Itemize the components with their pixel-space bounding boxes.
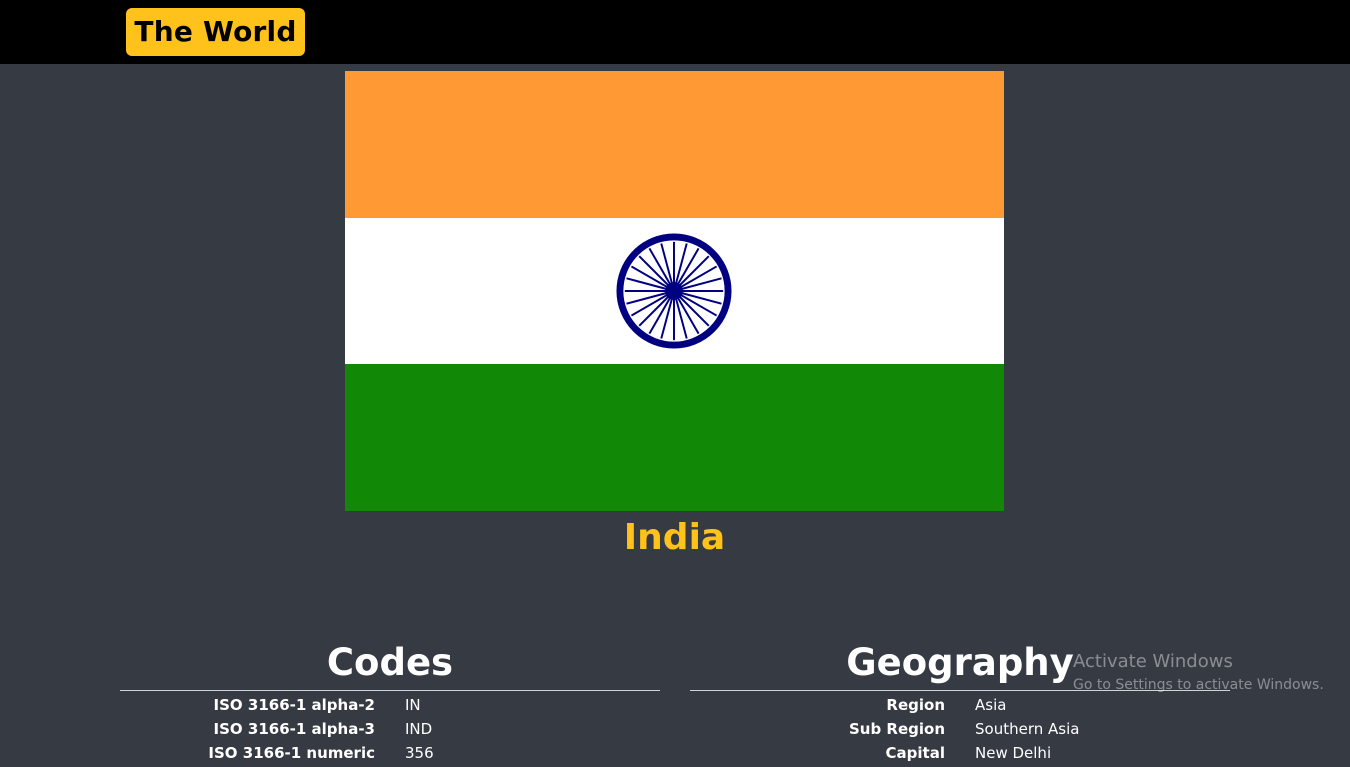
flag-band-green	[345, 364, 1004, 511]
row-value: New Delhi	[975, 744, 1052, 762]
codes-heading: Codes	[120, 636, 660, 691]
row-key: Region	[886, 696, 945, 714]
brand-logo-link[interactable]: The World	[126, 8, 305, 56]
row-value: Southern Asia	[975, 720, 1080, 738]
row-key: ISO 3166-1 alpha-2	[213, 696, 375, 714]
geography-section: Geography Region Asia Sub Region Souther…	[690, 636, 1230, 765]
row-value: Asia	[975, 696, 1007, 714]
row-key: Sub Region	[848, 720, 945, 738]
row-key: Capital	[885, 744, 945, 762]
country-name: India	[623, 517, 726, 558]
row-key: ISO 3166-1 numeric	[208, 744, 375, 762]
geo-row-capital: Capital New Delhi	[690, 741, 1230, 765]
row-value: 356	[405, 744, 434, 762]
row-value: IND	[405, 720, 433, 738]
geography-heading: Geography	[690, 636, 1230, 691]
flag-band-saffron	[345, 71, 1004, 218]
row-key: ISO 3166-1 alpha-3	[213, 720, 375, 738]
geo-row-region: Region Asia	[690, 693, 1230, 717]
geo-row-subregion: Sub Region Southern Asia	[690, 717, 1230, 741]
codes-section: Codes ISO 3166-1 alpha-2 IN ISO 3166-1 a…	[120, 636, 660, 765]
top-navbar: The World	[0, 0, 1350, 64]
code-row-numeric: ISO 3166-1 numeric 356	[120, 741, 660, 765]
country-flag	[345, 71, 1004, 511]
row-value: IN	[405, 696, 421, 714]
code-row-alpha2: ISO 3166-1 alpha-2 IN	[120, 693, 660, 717]
ashoka-chakra-icon	[616, 233, 732, 349]
code-row-alpha3: ISO 3166-1 alpha-3 IND	[120, 717, 660, 741]
